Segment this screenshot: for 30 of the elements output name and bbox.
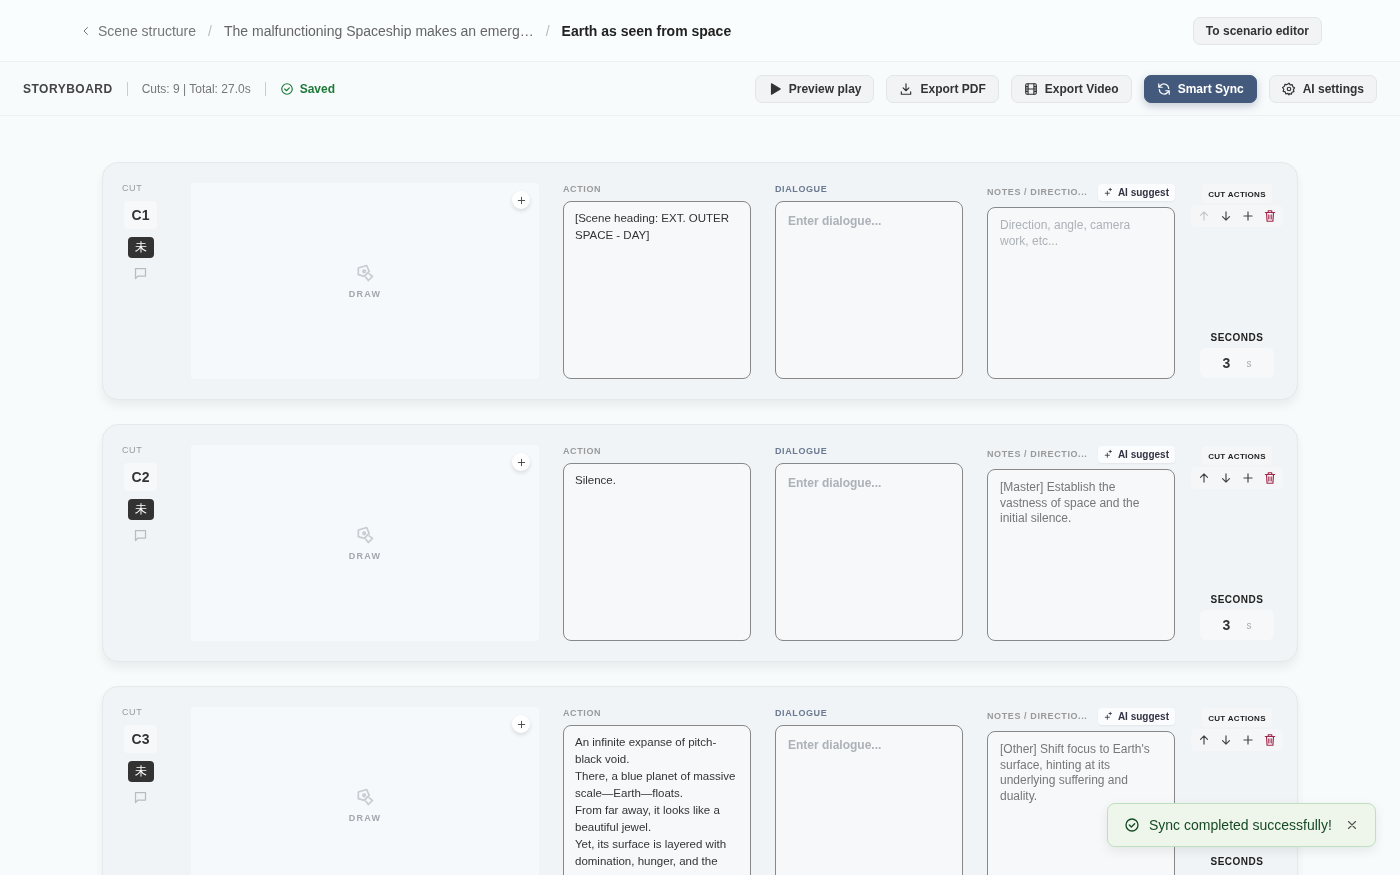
- seconds-label: SECONDS: [1210, 856, 1264, 867]
- breadcrumb-separator: /: [545, 22, 550, 39]
- field-label: DIALOGUE: [775, 708, 828, 718]
- cut-id: C3: [123, 725, 158, 753]
- cut-label: CUT: [122, 445, 143, 455]
- field-label: ACTION: [563, 446, 602, 456]
- draw-label: DRAW: [348, 551, 382, 561]
- draw-label: DRAW: [348, 813, 382, 823]
- cut-id: C1: [123, 201, 158, 229]
- seconds-label: SECONDS: [1210, 594, 1264, 605]
- status-badge: 未: [127, 499, 154, 520]
- breadcrumb-separator: /: [208, 22, 212, 39]
- field-label: NOTES / DIRECTIO...: [987, 449, 1088, 459]
- seconds-label: SECONDS: [1210, 332, 1264, 343]
- draw-label: DRAW: [348, 289, 382, 299]
- toolbar-title: STORYBOARD: [23, 81, 113, 96]
- field-label: ACTION: [563, 708, 602, 718]
- field-label: DIALOGUE: [775, 446, 828, 456]
- cut-label: CUT: [122, 183, 143, 193]
- field-label: ACTION: [563, 184, 602, 194]
- field-label: NOTES / DIRECTIO...: [987, 711, 1088, 721]
- cut-stats: Cuts: 9 | Total: 27.0s: [141, 81, 251, 96]
- status-badge: 未: [127, 761, 154, 782]
- cut-label: CUT: [122, 707, 143, 717]
- field-label: DIALOGUE: [775, 184, 828, 194]
- field-label: NOTES / DIRECTIO...: [987, 187, 1088, 197]
- status-badge: 未: [127, 237, 154, 258]
- saved-status: Saved: [299, 81, 335, 96]
- cut-id: C2: [123, 463, 158, 491]
- breadcrumb-item: Earth as seen from space: [561, 22, 732, 39]
